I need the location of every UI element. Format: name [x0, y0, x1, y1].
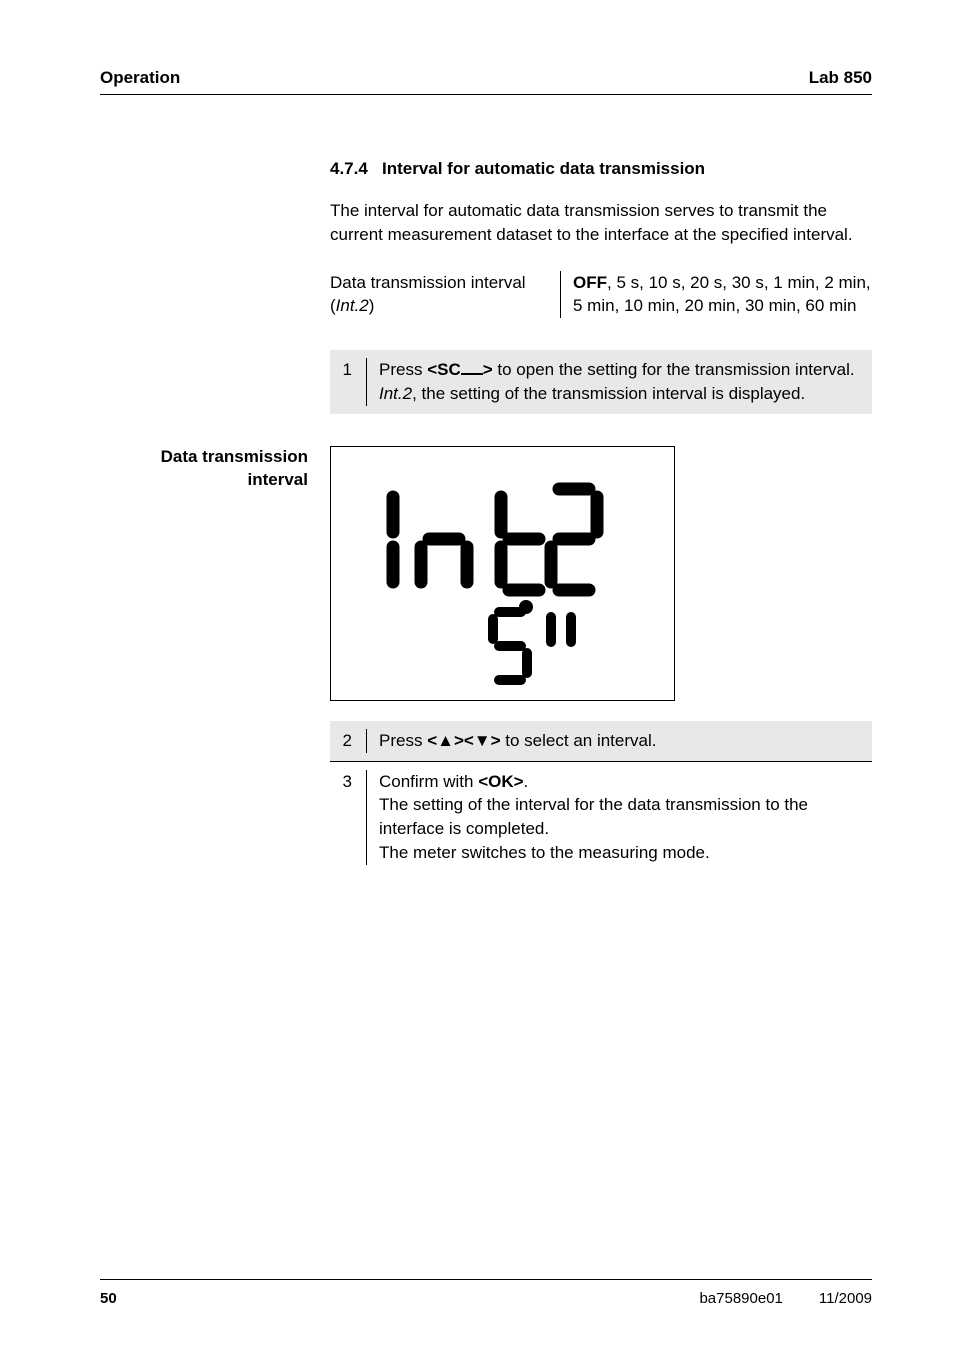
step-1-num: 1: [330, 358, 366, 406]
step-1-key-open: <SC: [427, 360, 461, 379]
definition-value-rest: , 5 s, 10 s, 20 s, 30 s, 1 min, 2 min, 5…: [573, 273, 871, 316]
definition-label: Data transmission interval (Int.2): [330, 271, 560, 319]
step-1-key-close: >: [483, 360, 493, 379]
intro-paragraph: The interval for automatic data transmis…: [330, 199, 872, 247]
step-3-num: 3: [330, 770, 366, 865]
step-3: 3 Confirm with <OK>. The setting of the …: [330, 762, 872, 873]
segment-display-svg: [331, 447, 676, 702]
definition-row: Data transmission interval (Int.2) OFF, …: [330, 271, 872, 319]
section-title: Interval for automatic data transmission: [382, 159, 705, 178]
step-2-num: 2: [330, 729, 366, 753]
header-left: Operation: [100, 68, 180, 88]
content-area: 4.7.4 Interval for automatic data transm…: [330, 159, 872, 873]
side-label-line1: Data transmission: [161, 447, 308, 466]
section-heading: 4.7.4 Interval for automatic data transm…: [330, 159, 872, 179]
definition-label-ital: Int.2: [336, 296, 369, 315]
step-1-text: Press <SC > to open the setting for the t…: [366, 358, 872, 406]
header-right: Lab 850: [809, 68, 872, 88]
step-3-key: <OK>: [478, 772, 523, 791]
page: Operation Lab 850 4.7.4 Interval for aut…: [0, 0, 954, 1351]
step-2: 2 Press <▲><▼> to select an interval.: [330, 721, 872, 761]
step-1: 1 Press <SC > to open the setting for the…: [330, 350, 872, 414]
step-2-pre: Press: [379, 731, 427, 750]
step-2-key1: <▲>: [427, 731, 464, 750]
step-3-text: Confirm with <OK>. The setting of the in…: [366, 770, 872, 865]
step-1-pre: Press: [379, 360, 427, 379]
step-3-line2: The setting of the interval for the data…: [379, 795, 808, 838]
definition-value-bold: OFF: [573, 273, 607, 292]
step-1-ital: Int.2: [379, 384, 412, 403]
footer-date: 11/2009: [819, 1290, 872, 1307]
step-1-tail: , the setting of the transmission interv…: [412, 384, 805, 403]
step-1-key-underline: [461, 360, 483, 375]
footer-page: 50: [100, 1290, 117, 1307]
definition-label-close: ): [369, 296, 375, 315]
step-1-post: to open the setting for the transmission…: [493, 360, 855, 379]
definition-value: OFF, 5 s, 10 s, 20 s, 30 s, 1 min, 2 min…: [560, 271, 872, 319]
step-3-line3: The meter switches to the measuring mode…: [379, 843, 710, 862]
display-row: Data transmission interval: [330, 446, 872, 701]
step-3-post1: .: [524, 772, 529, 791]
step-2-post: to select an interval.: [501, 731, 657, 750]
step-2-text: Press <▲><▼> to select an interval.: [366, 729, 872, 753]
step-3-pre: Confirm with: [379, 772, 478, 791]
section-number: 4.7.4: [330, 159, 368, 178]
step-2-key2: <▼>: [464, 731, 501, 750]
side-label-line2: interval: [248, 470, 308, 489]
side-label: Data transmission interval: [100, 446, 330, 701]
page-header: Operation Lab 850: [100, 68, 872, 95]
footer-right: ba75890e01 11/2009: [699, 1290, 872, 1307]
display-box: [330, 446, 675, 701]
page-footer: 50 ba75890e01 11/2009: [100, 1279, 872, 1307]
footer-doc: ba75890e01: [699, 1290, 782, 1307]
